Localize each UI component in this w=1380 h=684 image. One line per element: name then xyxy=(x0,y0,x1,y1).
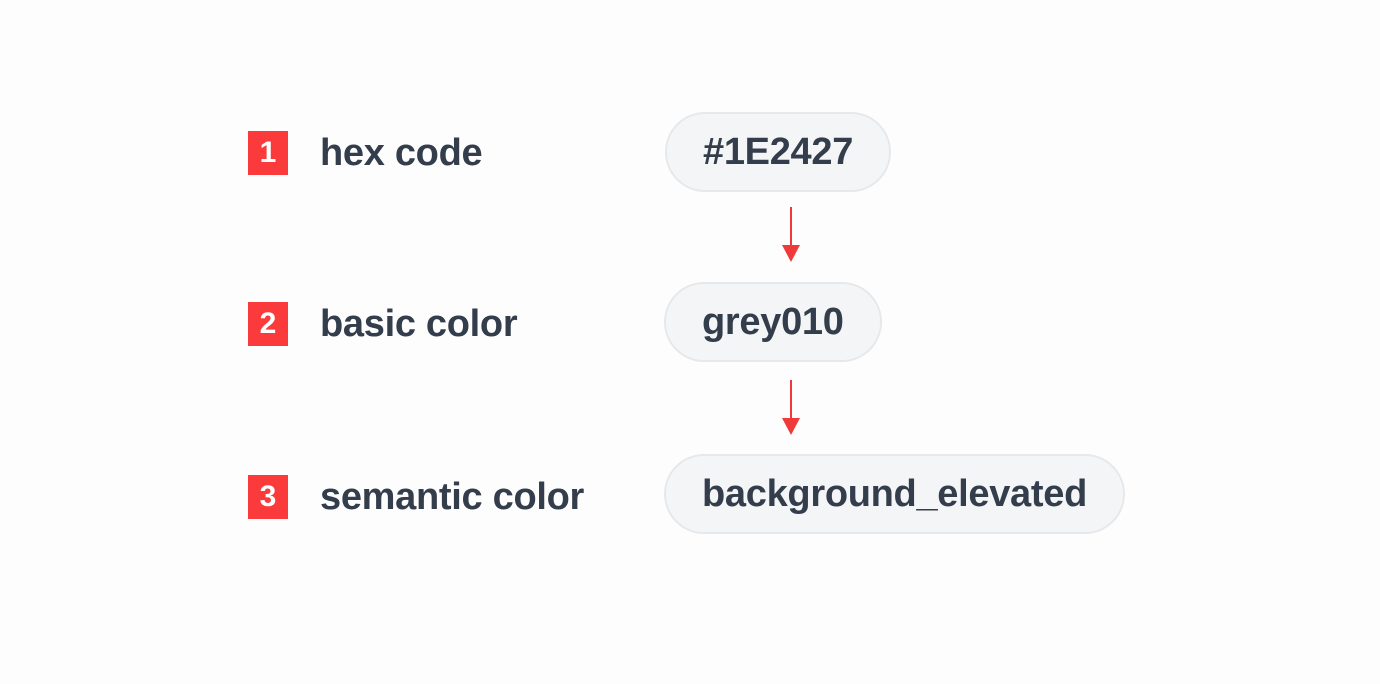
step-1-value-pill: #1E2427 xyxy=(665,112,892,192)
step-1-badge: 1 xyxy=(248,131,288,175)
step-1-label: hex code xyxy=(320,132,483,174)
step-3-badge: 3 xyxy=(248,475,288,519)
down-arrow-icon xyxy=(782,207,800,262)
step-2-label: basic color xyxy=(320,303,518,345)
step-2-value-pill: grey010 xyxy=(664,282,882,362)
step-3-value-pill: background_elevated xyxy=(664,454,1125,534)
step-3-label: semantic color xyxy=(320,476,585,518)
down-arrow-icon xyxy=(782,380,800,435)
step-2-badge: 2 xyxy=(248,302,288,346)
